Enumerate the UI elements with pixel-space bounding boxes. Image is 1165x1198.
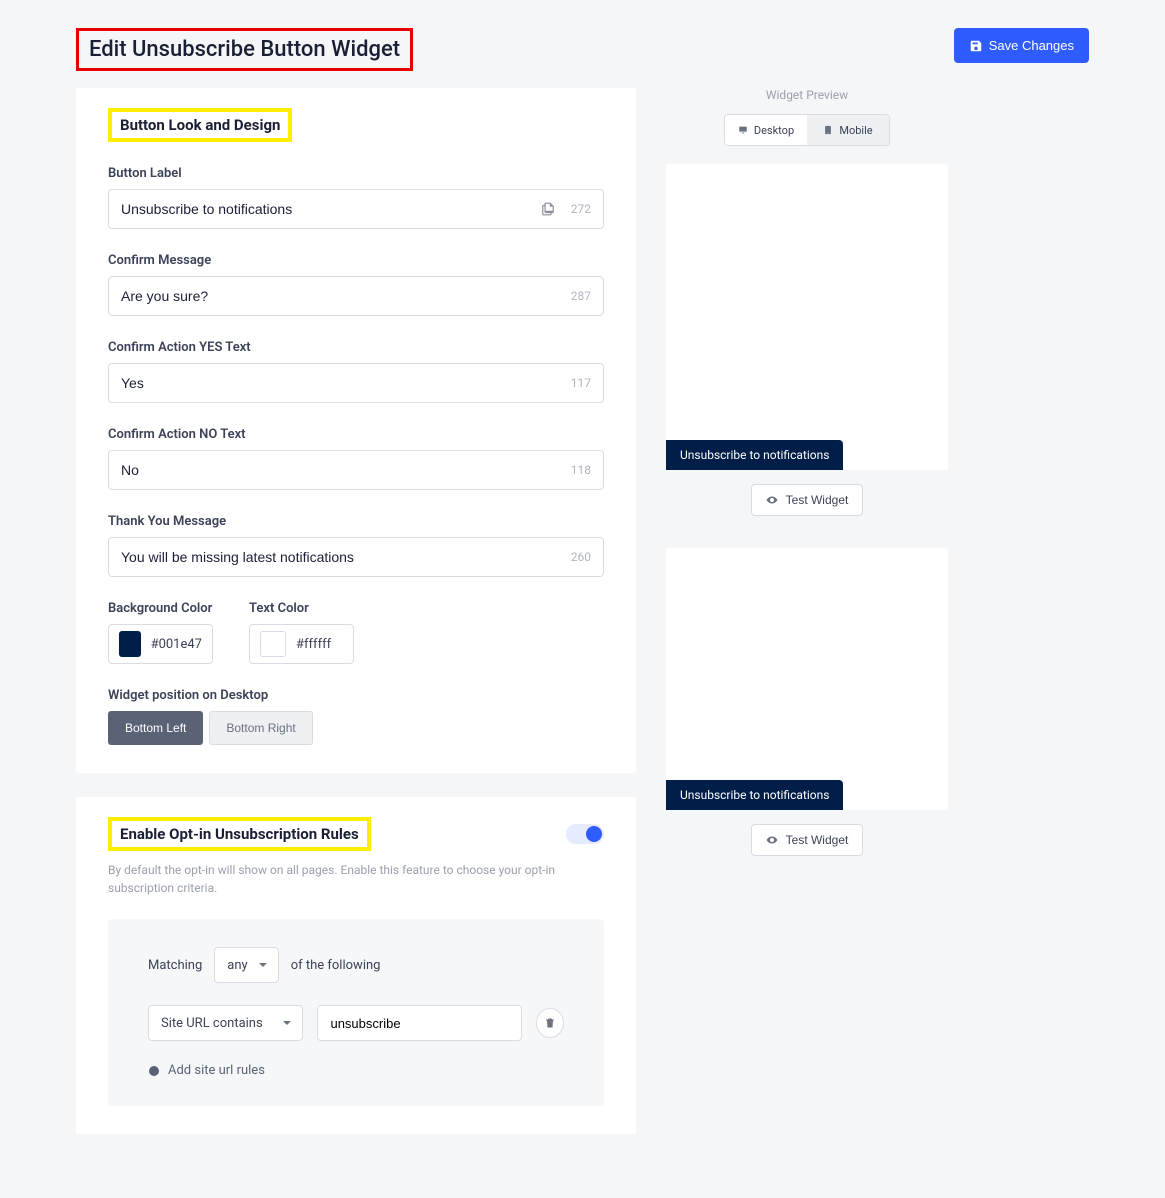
- eye-icon: [766, 494, 778, 506]
- rule-value-input[interactable]: [317, 1005, 522, 1041]
- unsubscribe-pill: Unsubscribe to notifications: [666, 440, 843, 470]
- trash-icon: [544, 1017, 556, 1029]
- position-label: Widget position on Desktop: [108, 688, 604, 703]
- text-color-picker[interactable]: #ffffff: [249, 624, 354, 664]
- plus-circle-icon: [148, 1065, 160, 1077]
- rules-title: Enable Opt-in Unsubscription Rules: [108, 817, 371, 851]
- rules-toggle[interactable]: [566, 824, 604, 844]
- rules-help: By default the opt-in will show on all p…: [108, 861, 604, 897]
- position-bottom-right[interactable]: Bottom Right: [209, 711, 312, 745]
- test-widget-button-2[interactable]: Test Widget: [751, 824, 864, 856]
- text-color-swatch: [260, 631, 286, 657]
- delete-rule-button[interactable]: [536, 1008, 564, 1038]
- page-title: Edit Unsubscribe Button Widget: [76, 28, 413, 71]
- matching-mode-select[interactable]: any: [214, 947, 278, 983]
- matching-prefix: Matching: [148, 958, 202, 973]
- mobile-icon: [823, 125, 833, 135]
- button-label-input[interactable]: [121, 201, 541, 217]
- button-label-label: Button Label: [108, 166, 604, 181]
- no-text-input[interactable]: [121, 462, 563, 478]
- bg-color-label: Background Color: [108, 601, 213, 616]
- no-text-count: 118: [571, 463, 591, 477]
- rule-type-select[interactable]: Site URL contains: [148, 1005, 303, 1041]
- thanks-count: 260: [571, 550, 591, 564]
- device-desktop-button[interactable]: Desktop: [725, 115, 807, 145]
- save-icon: [969, 39, 983, 53]
- text-color-value: #ffffff: [296, 637, 331, 652]
- bg-color-swatch: [119, 631, 141, 657]
- save-changes-button[interactable]: Save Changes: [954, 28, 1089, 63]
- clipboard-icon: [541, 202, 555, 216]
- device-toggle: Desktop Mobile: [724, 114, 890, 146]
- look-design-title: Button Look and Design: [108, 108, 292, 142]
- preview-title: Widget Preview: [666, 88, 948, 102]
- bg-color-value: #001e47: [151, 637, 202, 652]
- desktop-icon: [738, 125, 748, 135]
- yes-text-label: Confirm Action YES Text: [108, 340, 604, 355]
- test-widget-button-1[interactable]: Test Widget: [751, 484, 864, 516]
- matching-suffix: of the following: [291, 958, 381, 973]
- eye-icon: [766, 834, 778, 846]
- yes-text-input[interactable]: [121, 375, 563, 391]
- confirm-msg-count: 287: [571, 289, 591, 303]
- bg-color-picker[interactable]: #001e47: [108, 624, 213, 664]
- thanks-input[interactable]: [121, 549, 563, 565]
- look-design-card: Button Look and Design Button Label 272 …: [76, 88, 636, 773]
- preview-box-1: Unsubscribe to notifications: [666, 164, 948, 470]
- no-text-label: Confirm Action NO Text: [108, 427, 604, 442]
- thanks-label: Thank You Message: [108, 514, 604, 529]
- unsubscribe-pill: Unsubscribe to notifications: [666, 780, 843, 810]
- confirm-msg-input[interactable]: [121, 288, 563, 304]
- button-label-count: 272: [571, 202, 591, 216]
- yes-text-count: 117: [571, 376, 591, 390]
- device-mobile-button[interactable]: Mobile: [807, 115, 889, 145]
- preview-box-2: Unsubscribe to notifications: [666, 548, 948, 810]
- rules-card: Enable Opt-in Unsubscription Rules By de…: [76, 797, 636, 1134]
- chevron-down-icon: [282, 1018, 292, 1028]
- rules-box: Matching any of the following Site URL c…: [108, 919, 604, 1106]
- position-bottom-left[interactable]: Bottom Left: [108, 711, 203, 745]
- confirm-msg-label: Confirm Message: [108, 253, 604, 268]
- add-rule-link[interactable]: Add site url rules: [148, 1063, 564, 1078]
- text-color-label: Text Color: [249, 601, 354, 616]
- chevron-down-icon: [258, 960, 268, 970]
